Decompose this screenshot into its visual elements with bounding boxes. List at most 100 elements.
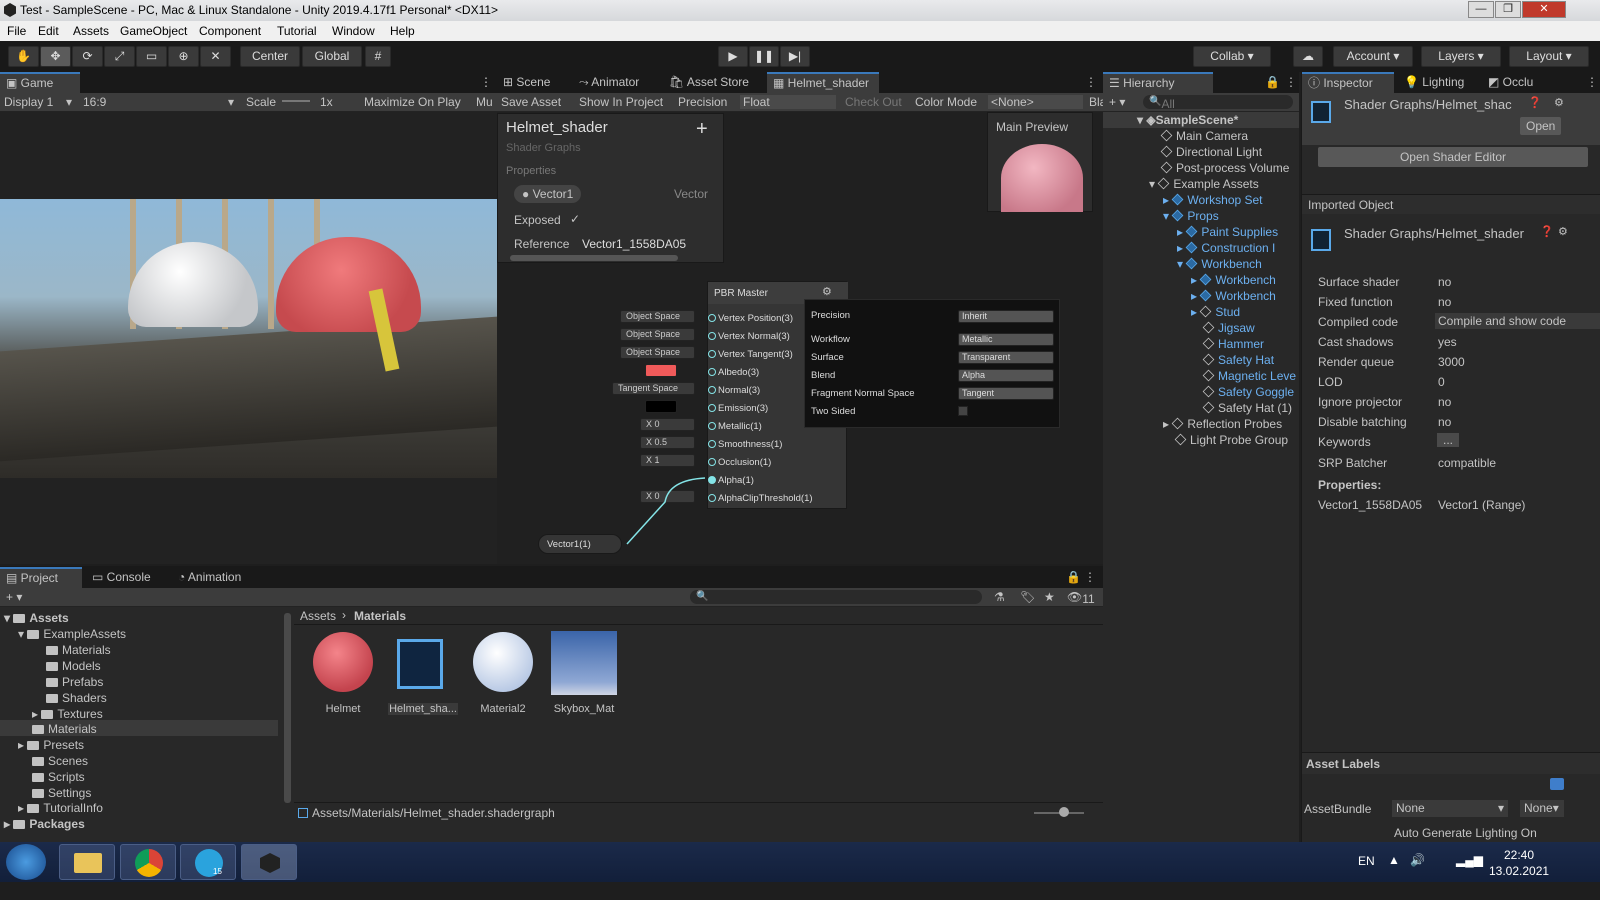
thumbnail-slider-knob[interactable]	[1059, 807, 1069, 817]
normal-space-setting-dropdown[interactable]: Tangent	[958, 387, 1054, 400]
tree-item-materials-sub[interactable]: Materials	[46, 643, 111, 657]
hidden-packages-count[interactable]: 👁 11	[1067, 590, 1095, 606]
menu-assets[interactable]: Assets	[73, 24, 109, 38]
more-menu-icon[interactable]: ⋮	[1085, 75, 1097, 89]
input-port[interactable]	[708, 440, 716, 448]
tree-item-textures[interactable]: ▸ Textures	[32, 707, 103, 721]
project-search[interactable]: 🔍	[690, 590, 982, 604]
tab-lighting[interactable]: 💡 Lighting	[1398, 72, 1478, 93]
assetbundle-dropdown[interactable]: None ▾	[1392, 800, 1508, 817]
more-menu-icon[interactable]: ⋮	[480, 75, 492, 89]
network-icon[interactable]: ▂▄▆	[1456, 853, 1483, 867]
pivot-global-button[interactable]: Global	[302, 46, 362, 67]
checkout-button[interactable]: Check Out	[845, 95, 902, 109]
tab-project[interactable]: ▤ Project	[0, 567, 82, 588]
open-button[interactable]: Open	[1520, 117, 1562, 135]
hierarchy-item[interactable]: ▾ Workbench	[1177, 257, 1262, 271]
add-property-button[interactable]: +	[696, 118, 708, 141]
clock-time[interactable]: 22:40	[1504, 848, 1534, 862]
input-port[interactable]	[708, 350, 716, 358]
more-menu-icon[interactable]: ⋮	[1285, 75, 1297, 89]
transform-tool-icon[interactable]: ⊕	[168, 46, 199, 67]
volume-icon[interactable]: 🔊	[1410, 853, 1425, 867]
filter-label-icon[interactable]: 🏷	[1020, 590, 1035, 604]
mute-audio-toggle[interactable]: Mu	[476, 95, 493, 109]
albedo-color-swatch[interactable]	[645, 364, 677, 377]
breadcrumb-assets[interactable]: Assets	[300, 609, 336, 623]
hierarchy-item[interactable]: Jigsaw	[1202, 321, 1255, 335]
favorite-star-icon[interactable]: ★	[1044, 590, 1055, 604]
collab-dropdown[interactable]: Collab ▾	[1193, 46, 1271, 67]
pbr-input-row[interactable]: Object Space Vertex Position(3)	[607, 310, 807, 326]
hierarchy-item[interactable]: ▸ Stud	[1191, 305, 1240, 319]
preview-sphere[interactable]	[1001, 144, 1083, 212]
menu-help[interactable]: Help	[390, 24, 415, 38]
help-icon[interactable]: ❓	[1528, 96, 1542, 109]
tray-expand-icon[interactable]: ▲	[1388, 853, 1400, 867]
hierarchy-item[interactable]: ▸ Workbench	[1191, 273, 1276, 287]
hierarchy-item[interactable]: ▸ Paint Supplies	[1177, 225, 1278, 239]
pbr-input-row[interactable]: Albedo(3)	[607, 364, 807, 380]
pivot-center-button[interactable]: Center	[240, 46, 300, 67]
menu-file[interactable]: File	[7, 24, 26, 38]
game-viewport[interactable]	[0, 199, 497, 478]
precision-setting-dropdown[interactable]: Inherit	[958, 310, 1054, 323]
compile-show-code-button[interactable]: Compile and show code	[1435, 313, 1600, 329]
move-tool-icon[interactable]: ✥	[40, 46, 71, 67]
tree-item-shaders[interactable]: Shaders	[46, 691, 107, 705]
filter-type-icon[interactable]: ⚗	[994, 590, 1005, 604]
maximize-on-play-toggle[interactable]: Maximize On Play	[364, 95, 461, 109]
tab-asset-store[interactable]: 🛍 Asset Store	[663, 72, 765, 93]
tab-animation[interactable]: ◔ Animation	[172, 567, 268, 588]
tab-console[interactable]: ▭ Console	[86, 567, 168, 588]
telegram-icon[interactable]: 15	[180, 844, 236, 880]
tab-hierarchy[interactable]: ☰ Hierarchy	[1103, 72, 1213, 93]
input-port[interactable]	[708, 368, 716, 376]
input-port[interactable]	[708, 332, 716, 340]
layout-dropdown[interactable]: Layout ▾	[1509, 46, 1589, 67]
step-button[interactable]: ▶|	[780, 46, 810, 67]
layers-dropdown[interactable]: Layers ▾	[1421, 46, 1501, 67]
settings-gear-icon[interactable]: ⚙	[822, 285, 832, 298]
input-port[interactable]	[708, 314, 716, 322]
input-port[interactable]	[708, 458, 716, 466]
input-chip[interactable]: Object Space	[620, 346, 695, 359]
menu-window[interactable]: Window	[332, 24, 375, 38]
start-button-icon[interactable]	[6, 844, 46, 880]
reference-field[interactable]: Vector1_1558DA05	[582, 237, 686, 251]
tab-game[interactable]: ▣ Game	[0, 72, 80, 93]
tree-item-materials[interactable]: Materials	[32, 722, 97, 736]
assetbundle-variant-dropdown[interactable]: None▾	[1520, 800, 1564, 817]
chrome-icon[interactable]	[120, 844, 176, 880]
restore-button[interactable]: ❐	[1495, 1, 1521, 18]
pause-button[interactable]: ❚❚	[749, 46, 779, 67]
pbr-input-row[interactable]: X 0 Metallic(1)	[607, 418, 807, 434]
file-explorer-icon[interactable]	[59, 844, 115, 880]
tree-item-exampleassets[interactable]: ▾ ExampleAssets	[18, 627, 126, 641]
create-dropdown[interactable]: + ▾	[1109, 95, 1125, 109]
pbr-input-row[interactable]: Object Space Vertex Tangent(3)	[607, 346, 807, 362]
language-indicator[interactable]: EN	[1358, 854, 1375, 868]
asset-item[interactable]: Helmet	[310, 629, 376, 725]
input-port[interactable]	[708, 422, 716, 430]
emission-color-swatch[interactable]	[645, 400, 677, 413]
show-in-project-button[interactable]: Show In Project	[579, 95, 663, 109]
tab-helmet-shader[interactable]: ▦ Helmet_shader	[767, 72, 879, 93]
hierarchy-item[interactable]: ▸ Workshop Set	[1163, 193, 1263, 207]
blackboard-toggle[interactable]: Bla	[1089, 95, 1103, 109]
hierarchy-item[interactable]: Safety Goggle	[1202, 385, 1294, 399]
hierarchy-item[interactable]: Post-process Volume	[1160, 161, 1289, 175]
play-button[interactable]: ▶	[718, 46, 748, 67]
hierarchy-item[interactable]: Safety Hat (1)	[1202, 401, 1292, 415]
tree-item-presets[interactable]: ▸ Presets	[18, 738, 84, 752]
breadcrumb-materials[interactable]: Materials	[354, 609, 406, 623]
aspect-dropdown[interactable]: 16:9	[83, 95, 106, 109]
surface-setting-dropdown[interactable]: Transparent	[958, 351, 1054, 364]
input-chip[interactable]: X 0.5	[640, 436, 695, 449]
two-sided-checkbox[interactable]	[958, 406, 968, 416]
hierarchy-item[interactable]: Main Camera	[1160, 129, 1248, 143]
close-button[interactable]: ✕	[1522, 1, 1566, 18]
settings-icon[interactable]: ⚙	[1558, 225, 1568, 238]
tree-scrollbar[interactable]	[284, 613, 291, 803]
minimize-button[interactable]: —	[1468, 1, 1494, 18]
